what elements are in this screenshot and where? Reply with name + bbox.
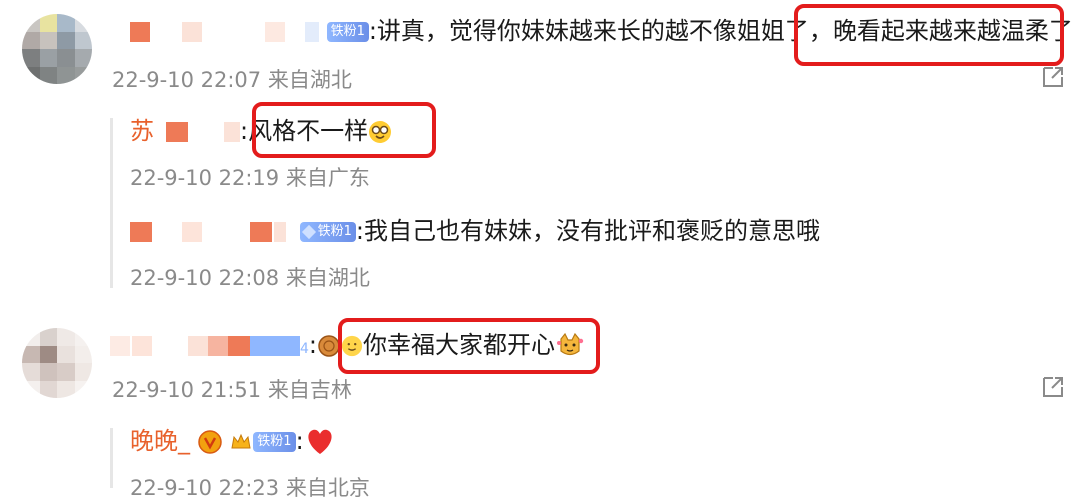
username-mosaic bbox=[250, 222, 272, 242]
reply-username[interactable]: 苏 bbox=[130, 117, 154, 145]
reply-divider bbox=[110, 118, 113, 288]
reply-text: : bbox=[295, 427, 304, 455]
username-mosaic bbox=[182, 222, 202, 242]
reply-text: :我自己也有妹妹，没有批评和褒贬的意思哦 bbox=[355, 217, 821, 245]
reply-username[interactable]: 晚晚_ bbox=[130, 427, 190, 455]
username-mosaic[interactable] bbox=[130, 22, 150, 42]
avatar[interactable] bbox=[22, 14, 92, 84]
avatar[interactable] bbox=[22, 328, 92, 398]
username-mosaic bbox=[224, 122, 240, 142]
fan-badge-label: 铁粉1 bbox=[317, 224, 352, 239]
reply-line: 晚晚_ 铁粉1: bbox=[130, 424, 336, 458]
username-mosaic bbox=[250, 336, 300, 356]
reply-meta: 22-9-10 22:23 来自北京 bbox=[130, 476, 370, 500]
username-mosaic bbox=[181, 22, 202, 42]
reply-line: 铁粉1:我自己也有妹妹，没有批评和褒贬的意思哦 bbox=[130, 214, 820, 248]
username-mosaic bbox=[132, 336, 152, 356]
fan-badge[interactable]: 铁粉1 bbox=[299, 222, 356, 242]
highlight-box bbox=[794, 4, 1064, 66]
reply-meta: 22-9-10 22:08 来自湖北 bbox=[130, 266, 370, 290]
username-mosaic bbox=[274, 222, 286, 242]
verified-v-icon bbox=[197, 430, 222, 454]
reply-divider bbox=[110, 428, 113, 488]
comment-prefix: : bbox=[308, 331, 318, 359]
username-mosaic bbox=[304, 22, 319, 42]
fan-badge-label: 铁粉1 bbox=[257, 434, 292, 449]
share-icon[interactable] bbox=[1040, 374, 1066, 400]
fan-badge[interactable]: 铁粉1 bbox=[253, 432, 296, 452]
username-mosaic[interactable] bbox=[110, 336, 130, 356]
share-icon[interactable] bbox=[1040, 64, 1066, 90]
username-mosaic bbox=[188, 336, 208, 356]
badge-tail: 4 bbox=[300, 341, 309, 357]
comment-meta: 22-9-10 22:07 来自湖北 bbox=[112, 68, 352, 92]
fan-badge-label: 铁粉1 bbox=[330, 24, 365, 39]
diamond-icon bbox=[301, 224, 316, 239]
username-mosaic[interactable] bbox=[130, 222, 152, 242]
username-mosaic bbox=[166, 122, 188, 142]
fan-badge[interactable]: 铁粉1 bbox=[326, 22, 369, 42]
red-heart-emoji bbox=[308, 429, 332, 454]
username-mosaic bbox=[208, 336, 228, 356]
highlight-box bbox=[338, 318, 600, 374]
crown-icon bbox=[231, 433, 251, 449]
highlight-box bbox=[252, 102, 436, 158]
reply-meta: 22-9-10 22:19 来自广东 bbox=[130, 166, 370, 190]
comment-text: :讲真，觉得你妹妹越来长的越不像姐姐了， bbox=[368, 17, 833, 45]
username-mosaic bbox=[228, 336, 250, 356]
username-mosaic bbox=[265, 22, 286, 42]
comment-meta: 22-9-10 21:51 来自吉林 bbox=[112, 378, 352, 402]
